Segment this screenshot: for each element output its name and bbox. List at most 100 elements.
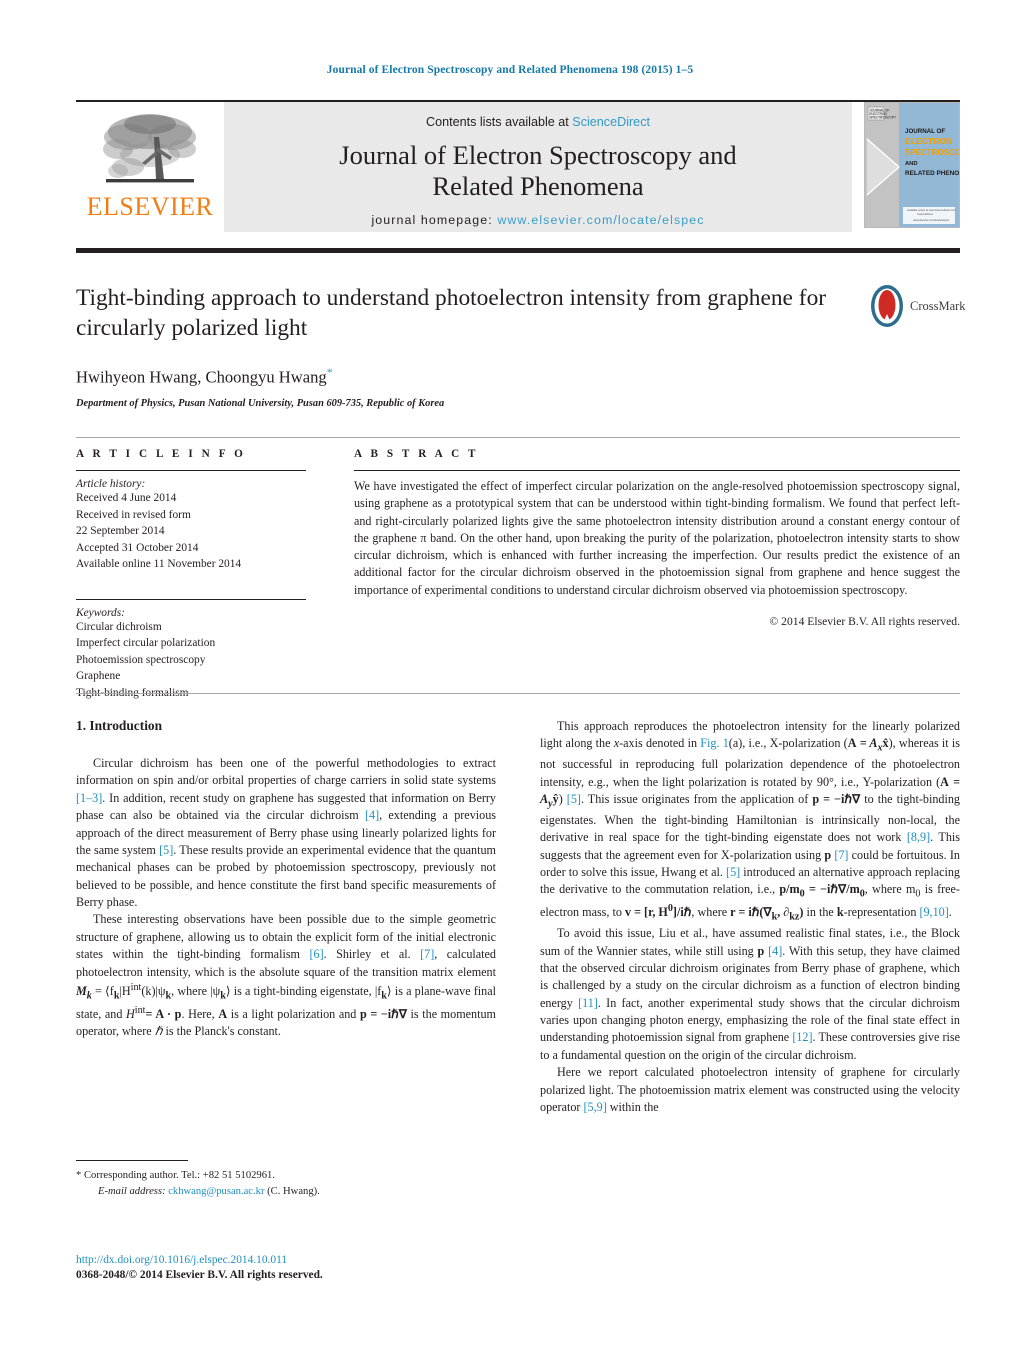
page-title: Tight-binding approach to understand pho…: [76, 285, 827, 342]
citation-ref[interactable]: [8,9]: [907, 830, 930, 844]
math-p-over-m0: p/m0 = −iℏ∇/m0: [779, 882, 864, 899]
footnote-block: * Corresponding author. Tel.: +82 51 510…: [76, 1160, 496, 1200]
article-info-heading: A R T I C L E I N F O: [76, 448, 246, 460]
journal-cover-block: JOURNAL OF ELECTRON SPECTROSCOPY JOURNAL…: [852, 102, 960, 232]
math-symbol-H: H: [126, 1006, 135, 1021]
crossmark-icon: [871, 285, 903, 327]
affiliation: Department of Physics, Pusan National Un…: [76, 398, 445, 410]
citation-ref[interactable]: [1–3]: [76, 791, 102, 805]
math-Mk: Mk: [76, 983, 92, 1001]
footnote-marker: *: [76, 1170, 82, 1181]
keyword-item: Graphene: [76, 670, 121, 683]
text-run: (a), i.e., X-polarization (: [728, 736, 848, 751]
citation-ref[interactable]: [7]: [420, 947, 434, 961]
text-run: |H: [119, 983, 131, 998]
keywords-label: Keywords:: [76, 606, 125, 619]
math-subscript-kz: kz: [789, 911, 800, 923]
svg-text:SPECTROSCOPY: SPECTROSCOPY: [905, 148, 960, 157]
keyword-item: Imperfect circular polarization: [76, 637, 216, 650]
journal-masthead: ELSEVIER Contents lists available at Sci…: [76, 100, 960, 232]
abstract-column: A B S T R A C T We have investigated the…: [328, 448, 960, 701]
text-run: is the Planck's constant.: [162, 1024, 281, 1039]
journal-cover-art: JOURNAL OF ELECTRON SPECTROSCOPY JOURNAL…: [865, 103, 960, 227]
citation-ref[interactable]: [4]: [365, 808, 379, 822]
svg-text:JOURNAL OF: JOURNAL OF: [905, 128, 945, 135]
crossmark-label: CrossMark: [910, 298, 966, 313]
history-item: Available online 11 November 2014: [76, 558, 242, 571]
author-list: Hwihyeon Hwang, Choongyu Hwang*: [76, 365, 960, 388]
body-divider-rule: [76, 693, 960, 694]
math-run: = −iℏ∇/m: [804, 882, 860, 897]
doi-block: http://dx.doi.org/10.1016/j.elspec.2014.…: [76, 1253, 536, 1284]
history-item: Received 4 June 2014: [76, 492, 177, 504]
footnote-corresponding-author: * Corresponding author. Tel.: +82 51 510…: [76, 1168, 496, 1184]
abstract-copyright: © 2014 Elsevier B.V. All rights reserved…: [769, 614, 960, 628]
math-superscript-int: int: [130, 981, 142, 993]
email-link[interactable]: ckhwang@pusan.ac.kr: [168, 1186, 264, 1197]
citation-ref[interactable]: [5]: [567, 792, 581, 806]
svg-text:AND: AND: [905, 161, 918, 167]
citation-ref[interactable]: [4]: [768, 944, 782, 958]
article-history-label: Article history:: [76, 478, 146, 490]
math-symbol-A: A: [218, 1006, 228, 1021]
math-run: v = [r, H: [624, 905, 668, 920]
math-A-dot-p: = A · p: [145, 1006, 182, 1021]
citation-ref[interactable]: [12]: [792, 1030, 812, 1044]
text-run: in the: [803, 905, 837, 920]
issn-copyright-line: 0368-2048/© 2014 Elsevier B.V. All right…: [76, 1269, 323, 1282]
journal-cover-thumbnail: JOURNAL OF ELECTRON SPECTROSCOPY JOURNAL…: [864, 102, 960, 228]
svg-text:www.elsevier.com/locate/elspec: www.elsevier.com/locate/elspec: [913, 218, 950, 222]
citation-ref[interactable]: [11]: [578, 996, 598, 1010]
body-columns: 1. Introduction Circular dichroism has b…: [76, 718, 960, 1116]
text-run: . Shirley et al.: [323, 947, 421, 962]
email-suffix: (C. Hwang).: [267, 1185, 320, 1197]
journal-title: Journal of Electron Spectroscopy and Rel…: [339, 140, 736, 201]
text-run: ⟩ is a tight-binding eigenstate, |f: [225, 983, 382, 998]
paragraph-1: Circular dichroism has been one of the p…: [76, 755, 496, 911]
paragraph-5: Here we report calculated photoelectron …: [540, 1064, 960, 1116]
footnote-rule: [76, 1160, 188, 1161]
journal-title-line-1: Journal of Electron Spectroscopy and: [339, 140, 737, 170]
citation-ref[interactable]: [5]: [726, 865, 740, 879]
math-velocity-operator: v = [r, H0]/iℏ: [624, 903, 691, 920]
math-symbol: M: [76, 983, 87, 998]
svg-text:ELECTRON: ELECTRON: [905, 136, 952, 146]
text-run: (k)|ψ: [141, 983, 166, 998]
citation-ref[interactable]: [7]: [834, 848, 848, 862]
text-run: = ⟨f: [91, 983, 114, 998]
math-run: r = iℏ(∇: [730, 905, 772, 920]
crossmark-badge[interactable]: CrossMark: [866, 283, 966, 329]
text-run: , where: [691, 905, 731, 920]
body-column-left: 1. Introduction Circular dichroism has b…: [76, 718, 496, 1116]
abstract-rule: [354, 470, 960, 471]
doi-link[interactable]: http://dx.doi.org/10.1016/j.elspec.2014.…: [76, 1253, 536, 1268]
text-run: . Here,: [181, 1006, 219, 1021]
journal-homepage-line: journal homepage: www.elsevier.com/locat…: [371, 213, 704, 227]
history-item: Received in revised form: [76, 508, 191, 521]
keywords-list: Circular dichroism Imperfect circular po…: [76, 619, 306, 702]
citation-ref[interactable]: [9,10]: [919, 905, 948, 919]
citation-ref[interactable]: [6]: [309, 947, 323, 961]
corresponding-author-marker: *: [326, 364, 333, 379]
email-label: E-mail address:: [98, 1185, 166, 1197]
svg-text:SPECTROSCOPY: SPECTROSCOPY: [869, 116, 896, 120]
text-run: is a light polarization and: [227, 1006, 360, 1021]
text-run: . This issue originates from the applica…: [580, 792, 813, 807]
history-item: 22 September 2014: [76, 525, 165, 538]
text-run: .: [948, 905, 952, 920]
math-A-eq-Ax: A = Axx̂: [847, 736, 889, 754]
sciencedirect-link[interactable]: ScienceDirect: [572, 115, 650, 129]
homepage-url-link[interactable]: www.elsevier.com/locate/elspec: [497, 213, 704, 227]
elsevier-wordmark: ELSEVIER: [86, 192, 214, 221]
svg-text:Available online at www.scienc: Available online at www.sciencedirect.co…: [907, 208, 956, 212]
math-position-operator: r = iℏ(∇k, ∂kz): [730, 905, 803, 922]
keywords-rule: [76, 598, 306, 600]
journal-title-line-2: Related Phenomena: [432, 170, 644, 201]
figure-ref[interactable]: Fig. 1: [700, 736, 729, 750]
citation-ref[interactable]: [5]: [159, 843, 173, 857]
abstract-heading: A B S T R A C T: [354, 448, 479, 460]
svg-text:ScienceDirect: ScienceDirect: [917, 212, 933, 216]
text-run: , where m: [864, 882, 916, 897]
citation-ref[interactable]: [5,9]: [583, 1100, 606, 1114]
text-run: , where |ψ: [171, 983, 221, 998]
